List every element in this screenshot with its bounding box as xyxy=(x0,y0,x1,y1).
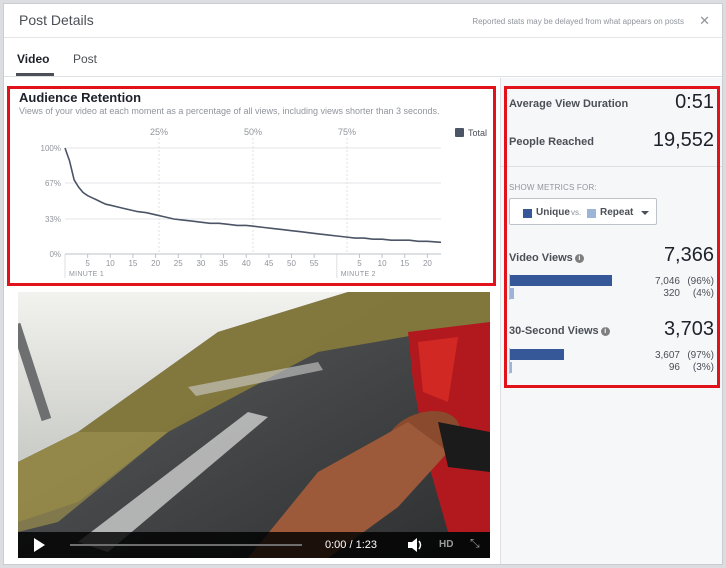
y-tick-label: 67% xyxy=(45,179,61,188)
video-controls: 0:00 / 1:23 HD ⤡ xyxy=(18,532,490,558)
video-views-repeat-bar xyxy=(510,288,515,299)
fullscreen-icon[interactable]: ⤡ xyxy=(470,536,480,551)
video-views-unique-pct: (96%) xyxy=(687,276,714,287)
video-views-label-text: Video Views xyxy=(509,252,573,264)
quartile-label: 50% xyxy=(244,127,262,137)
video-views-unique-value: 7,046 xyxy=(654,276,680,287)
dropdown-unique-label: Unique xyxy=(536,207,570,218)
metrics-panel: Average View Duration 0:51 People Reache… xyxy=(500,78,722,564)
legend-swatch-total xyxy=(455,128,464,137)
quartile-label: 75% xyxy=(338,127,356,137)
thirty-second-views-total: 3,703 xyxy=(663,318,714,340)
chevron-down-icon xyxy=(641,211,649,215)
tab-bar: Video Post xyxy=(4,39,722,77)
avg-view-duration-value: 0:51 xyxy=(675,91,714,113)
video-views-label: Video Views i xyxy=(509,252,584,264)
legend-label-total: Total xyxy=(468,128,487,138)
repeat-swatch xyxy=(587,209,596,218)
y-tick-label: 0% xyxy=(49,250,61,259)
play-icon[interactable] xyxy=(34,538,45,552)
x-tick-label: 30 xyxy=(196,259,205,268)
x-tick-label: 20 xyxy=(423,259,432,268)
close-icon[interactable]: ✕ xyxy=(699,13,710,29)
thirty-second-views-unique-bar xyxy=(510,349,565,360)
video-progress-track[interactable] xyxy=(70,544,302,546)
show-metrics-for-label: SHOW METRICS FOR: xyxy=(509,183,597,192)
video-views-repeat-pct: (4%) xyxy=(692,288,714,299)
metrics-divider xyxy=(501,166,722,167)
people-reached-value: 19,552 xyxy=(652,129,714,151)
thirty-second-views-repeat-pct: (3%) xyxy=(692,362,714,373)
volume-icon[interactable] xyxy=(406,536,426,554)
x-tick-label: 10 xyxy=(378,259,387,268)
video-views-repeat-value: 320 xyxy=(663,288,680,299)
x-tick-label: 35 xyxy=(219,259,228,268)
info-icon[interactable]: i xyxy=(600,327,610,336)
thirty-second-views-label: 30-Second Views i xyxy=(509,325,610,337)
x-tick-label: 45 xyxy=(264,259,273,268)
video-time: 0:00 / 1:23 xyxy=(325,539,377,551)
thirty-second-views-unique-value: 3,607 xyxy=(654,350,680,361)
hd-toggle[interactable]: HD xyxy=(439,539,453,550)
x-tick-label: 5 xyxy=(357,259,362,268)
thirty-second-views-repeat-bar xyxy=(510,362,512,373)
video-views-unique-bar xyxy=(510,275,612,286)
tab-post[interactable]: Post xyxy=(73,52,97,66)
y-tick-label: 33% xyxy=(45,215,61,224)
x-tick-label: 40 xyxy=(242,259,251,268)
post-details-dialog: Post Details Reported stats may be delay… xyxy=(3,3,723,565)
dialog-header: Post Details Reported stats may be delay… xyxy=(4,4,722,38)
left-panel: Audience Retention Views of your video a… xyxy=(4,78,499,564)
stats-delay-note: Reported stats may be delayed from what … xyxy=(472,17,684,26)
minute-label: MINUTE 2 xyxy=(341,271,376,278)
people-reached-label: People Reached xyxy=(509,136,594,148)
dropdown-vs-label: vs. xyxy=(571,208,582,217)
x-tick-label: 25 xyxy=(174,259,183,268)
audience-retention-chart: 100% 67% 33% 0% 25% 50% 75% 5 10 15 20 25 30 35 40 45 50… xyxy=(41,127,487,278)
unique-swatch xyxy=(523,209,532,218)
video-views-total: 7,366 xyxy=(663,244,714,266)
x-tick-label: 50 xyxy=(287,259,296,268)
x-tick-label: 10 xyxy=(106,259,115,268)
video-frame xyxy=(18,292,490,558)
tab-video[interactable]: Video xyxy=(17,52,49,66)
avg-view-duration-label: Average View Duration xyxy=(509,98,629,110)
active-tab-indicator xyxy=(16,73,54,76)
dialog-title: Post Details xyxy=(19,12,94,28)
unique-vs-repeat-dropdown[interactable]: Unique vs. Repeat xyxy=(509,198,657,225)
video-player[interactable]: 0:00 / 1:23 HD ⤡ xyxy=(18,292,490,558)
minute-label: MINUTE 1 xyxy=(69,271,104,278)
quartile-label: 25% xyxy=(150,127,168,137)
thirty-second-views-unique-pct: (97%) xyxy=(687,350,714,361)
thirty-second-views-label-text: 30-Second Views xyxy=(509,325,599,337)
x-tick-label: 15 xyxy=(400,259,409,268)
thirty-second-views-repeat-value: 96 xyxy=(668,362,680,373)
x-tick-label: 20 xyxy=(151,259,160,268)
x-tick-label: 15 xyxy=(128,259,137,268)
dropdown-repeat-label: Repeat xyxy=(600,207,634,218)
y-tick-label: 100% xyxy=(41,144,61,153)
info-icon[interactable]: i xyxy=(574,254,584,263)
x-tick-label: 55 xyxy=(310,259,319,268)
x-tick-label: 5 xyxy=(85,259,90,268)
